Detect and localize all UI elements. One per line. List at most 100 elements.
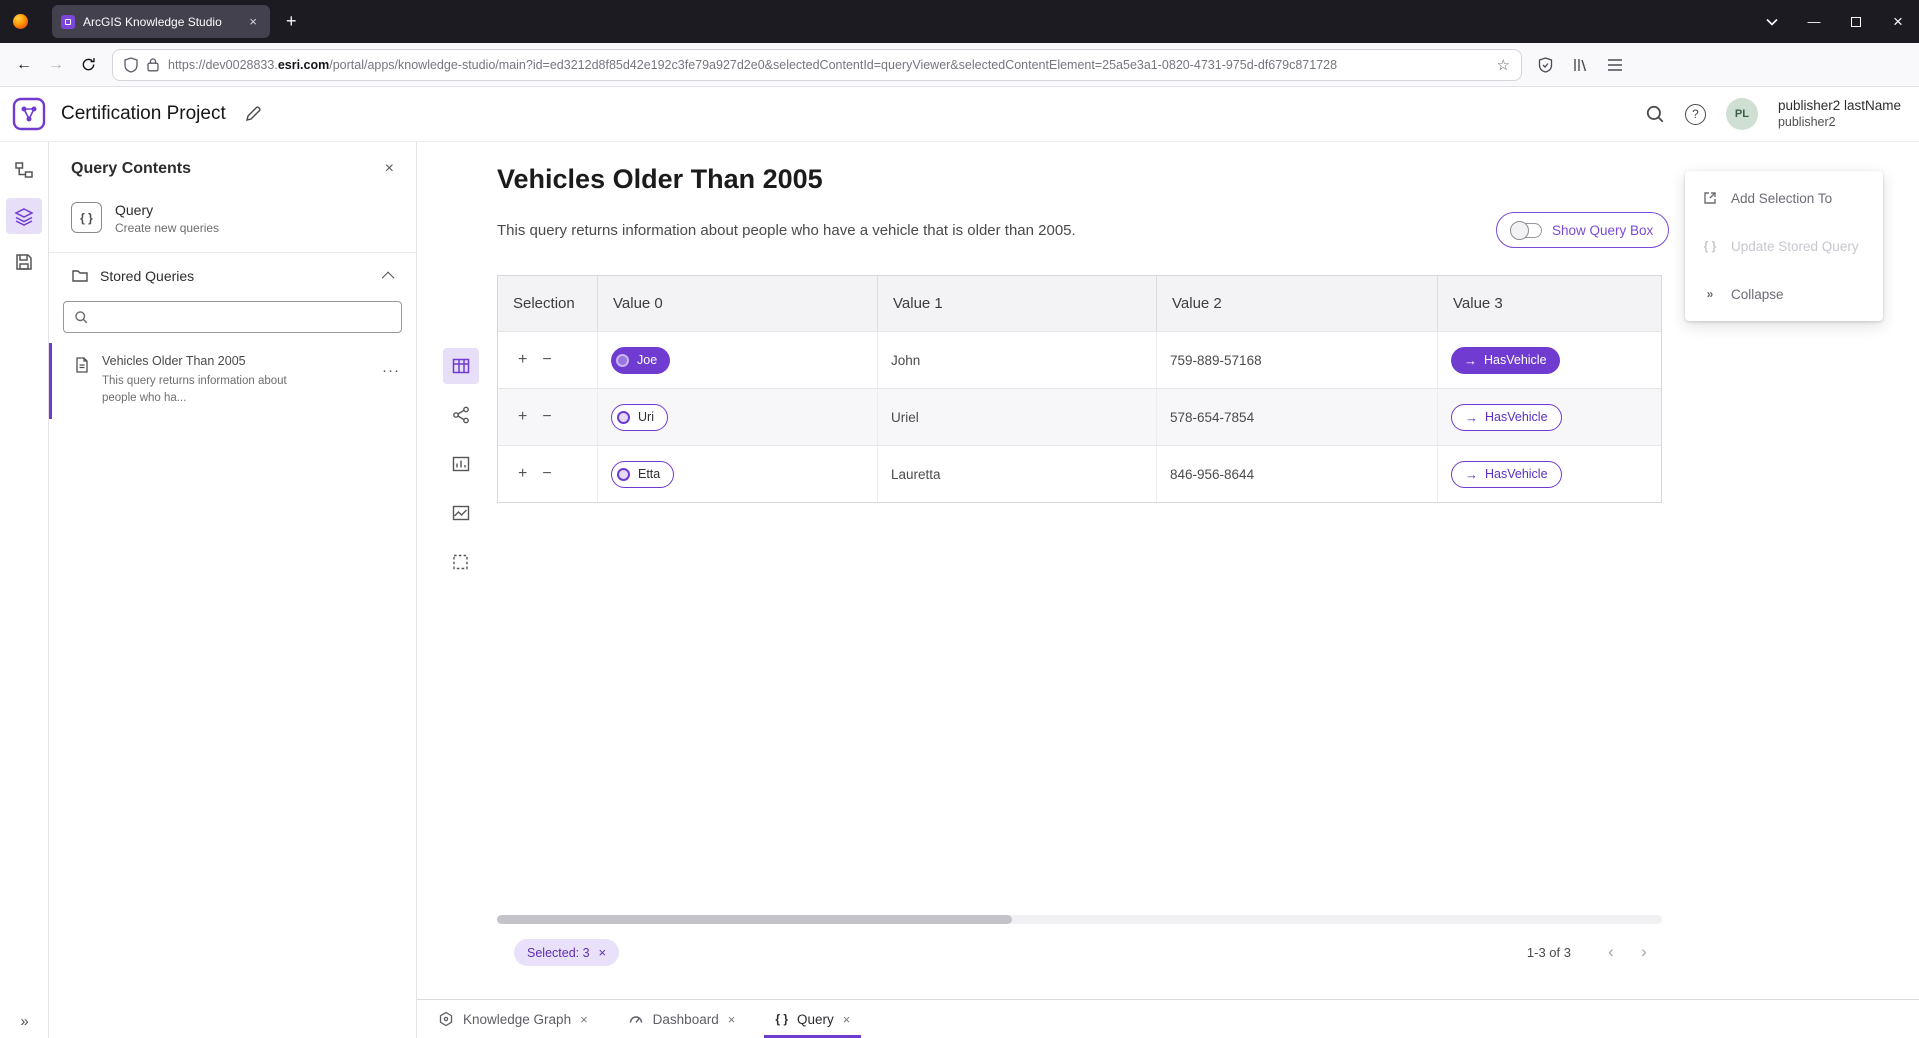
tab-label: Dashboard xyxy=(653,1012,719,1027)
new-tab-button[interactable]: + xyxy=(286,11,297,32)
relationship-pill[interactable]: →HasVehicle xyxy=(1451,404,1562,431)
tab-close-icon[interactable]: × xyxy=(245,12,261,31)
tab-knowledge-graph[interactable]: Knowledge Graph × xyxy=(423,1000,603,1038)
table-header-row: Selection Value 0 Value 1 Value 2 Value … xyxy=(498,276,1661,331)
remove-minus-icon[interactable]: − xyxy=(542,352,551,368)
entity-pill[interactable]: Joe xyxy=(611,347,670,374)
list-tabs-chevron-icon[interactable] xyxy=(1751,0,1793,43)
entity-pill[interactable]: Etta xyxy=(611,461,674,488)
browser-tab-title: ArcGIS Knowledge Studio xyxy=(83,15,237,29)
table-view-icon[interactable] xyxy=(443,348,479,384)
panel-close-icon[interactable]: × xyxy=(385,160,394,178)
back-button[interactable]: ← xyxy=(8,49,40,81)
browser-tab[interactable]: ArcGIS Knowledge Studio × xyxy=(52,5,270,38)
folder-icon xyxy=(71,267,89,285)
table-row: + − Joe John 759-889-57168 →HasVehicle xyxy=(498,331,1661,388)
stored-query-description: This query returns information about peo… xyxy=(102,373,307,406)
user-avatar[interactable]: PL xyxy=(1726,98,1758,130)
stored-query-title: Vehicles Older Than 2005 xyxy=(102,354,307,368)
contents-layers-icon[interactable] xyxy=(6,198,42,234)
toggle-knob xyxy=(1510,221,1529,240)
arcgis-knowledge-logo xyxy=(12,97,46,131)
entity-dot-icon xyxy=(616,354,629,367)
column-header-value0: Value 0 xyxy=(598,276,878,331)
edit-title-pencil-icon[interactable] xyxy=(244,105,262,123)
scrollbar-thumb[interactable] xyxy=(497,915,1012,924)
menu-item-collapse[interactable]: » Collapse xyxy=(1685,270,1883,318)
cell-value1: Lauretta xyxy=(878,446,1157,502)
show-query-box-label: Show Query Box xyxy=(1552,223,1653,238)
remove-minus-icon[interactable]: − xyxy=(542,409,551,425)
map-view-icon[interactable] xyxy=(443,495,479,531)
relationship-pill[interactable]: →HasVehicle xyxy=(1451,461,1562,488)
help-icon[interactable]: ? xyxy=(1685,104,1706,125)
window-minimize-button[interactable]: — xyxy=(1793,0,1835,43)
context-menu: Add Selection To { } Update Stored Query… xyxy=(1685,171,1883,321)
relationship-arrow-icon: → xyxy=(1465,468,1478,481)
reload-button[interactable] xyxy=(72,49,104,81)
column-header-value3: Value 3 xyxy=(1438,276,1661,331)
stored-queries-search[interactable] xyxy=(63,301,402,333)
search-icon[interactable] xyxy=(1645,104,1665,124)
tab-dashboard[interactable]: Dashboard × xyxy=(613,1000,751,1038)
extensions-icon[interactable] xyxy=(1538,57,1553,73)
stored-queries-label: Stored Queries xyxy=(100,268,194,284)
new-query-item[interactable]: { } Query Create new queries xyxy=(49,196,416,253)
previous-page-chevron-icon[interactable]: ‹ xyxy=(1597,938,1625,966)
app-menu-icon[interactable] xyxy=(1607,58,1623,72)
chevron-up-icon[interactable] xyxy=(382,271,395,284)
expand-plus-icon[interactable]: + xyxy=(518,409,527,425)
stored-queries-search-input[interactable] xyxy=(96,310,391,325)
tab-close-icon[interactable]: × xyxy=(843,1012,851,1027)
next-page-chevron-icon[interactable]: › xyxy=(1630,938,1658,966)
stored-queries-header[interactable]: Stored Queries xyxy=(49,253,416,299)
selection-tool-icon[interactable] xyxy=(443,544,479,580)
show-query-box-toggle[interactable]: Show Query Box xyxy=(1496,212,1669,248)
window-maximize-button[interactable] xyxy=(1835,0,1877,43)
item-options-ellipsis-icon[interactable]: ··· xyxy=(382,362,400,379)
knowledge-graph-icon xyxy=(438,1011,454,1027)
relationship-pill[interactable]: →HasVehicle xyxy=(1451,347,1560,374)
lock-icon[interactable] xyxy=(147,57,159,72)
horizontal-scrollbar[interactable] xyxy=(497,915,1662,924)
clear-selection-icon[interactable]: × xyxy=(599,945,607,960)
library-icon[interactable] xyxy=(1572,57,1588,73)
menu-item-label: Add Selection To xyxy=(1731,191,1832,206)
expand-plus-icon[interactable]: + xyxy=(518,352,527,368)
address-field[interactable]: https://dev0028833.esri.com/portal/apps/… xyxy=(112,49,1522,81)
tab-close-icon[interactable]: × xyxy=(728,1012,736,1027)
user-role: publisher2 xyxy=(1778,115,1901,131)
window-close-button[interactable]: × xyxy=(1877,0,1919,43)
cell-value1: John xyxy=(878,332,1157,388)
query-item-title: Query xyxy=(115,202,219,218)
save-icon[interactable] xyxy=(6,244,42,280)
forward-button[interactable]: → xyxy=(40,49,72,81)
link-chart-icon[interactable] xyxy=(443,397,479,433)
menu-item-add-selection-to[interactable]: Add Selection To xyxy=(1685,174,1883,222)
cell-value2: 846-956-8644 xyxy=(1157,446,1438,502)
stored-query-list-item[interactable]: Vehicles Older Than 2005 This query retu… xyxy=(49,343,416,419)
query-viewer-main: Vehicles Older Than 2005 This query retu… xyxy=(417,142,1919,1038)
pagination-range: 1-3 of 3 xyxy=(1457,945,1571,960)
data-model-icon[interactable] xyxy=(6,152,42,188)
user-name: publisher2 lastName xyxy=(1778,98,1901,115)
remove-minus-icon[interactable]: − xyxy=(542,466,551,482)
project-title: Certification Project xyxy=(61,103,226,125)
expand-plus-icon[interactable]: + xyxy=(518,466,527,482)
expand-rail-chevrons-icon[interactable]: » xyxy=(0,1013,49,1030)
site-favicon xyxy=(61,15,75,29)
browser-url-bar: ← → https://dev0028833.esri.com/portal/a… xyxy=(0,43,1919,87)
braces-icon: { } xyxy=(775,1012,788,1026)
menu-item-update-stored-query: { } Update Stored Query xyxy=(1685,222,1883,270)
bookmark-star-icon[interactable]: ☆ xyxy=(1497,56,1510,74)
dashboard-gauge-icon xyxy=(628,1011,644,1027)
collapse-chevrons-icon: » xyxy=(1701,287,1719,301)
cell-value1: Uriel xyxy=(878,389,1157,445)
toggle-switch[interactable] xyxy=(1512,223,1542,238)
entity-pill[interactable]: Uri xyxy=(611,404,668,431)
tracking-shield-icon[interactable] xyxy=(124,57,138,73)
chart-view-icon[interactable] xyxy=(443,446,479,482)
tab-close-icon[interactable]: × xyxy=(580,1012,588,1027)
cell-value2: 759-889-57168 xyxy=(1157,332,1438,388)
tab-query[interactable]: { } Query × xyxy=(760,1000,865,1038)
